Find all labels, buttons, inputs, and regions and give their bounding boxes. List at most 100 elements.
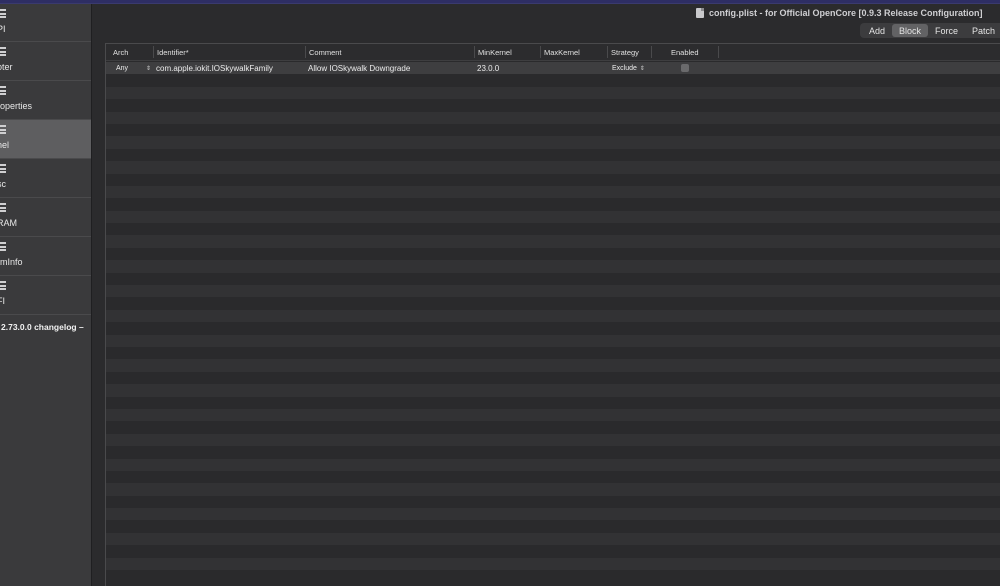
stepper-icon: ⇕: [639, 66, 645, 72]
sidebar-item-nvram[interactable]: RAM: [0, 198, 91, 237]
table-body: Any ⇕ com.apple.iokit.IOSkywalkFamily Al…: [106, 62, 1000, 582]
empty-row: [106, 520, 1000, 532]
arch-select[interactable]: Any: [116, 65, 128, 72]
list-icon: [0, 125, 6, 134]
table-header: Arch Identifier* Comment MinKernel MaxKe…: [106, 44, 1000, 61]
empty-row: [106, 309, 1000, 323]
column-header-enabled[interactable]: Enabled: [671, 48, 699, 57]
empty-row: [106, 570, 1000, 582]
identifier-cell[interactable]: com.apple.iokit.IOSkywalkFamily: [156, 64, 273, 73]
tab-force[interactable]: Force: [928, 24, 965, 37]
changelog-link[interactable]: 2.73.0.0 changelog –: [1, 322, 84, 332]
column-header-identifier[interactable]: Identifier*: [157, 48, 189, 57]
sidebar-item-booter[interactable]: oter: [0, 42, 91, 81]
strategy-value: Exclude: [612, 65, 637, 72]
empty-row: [106, 471, 1000, 483]
empty-row: [106, 483, 1000, 496]
column-divider: [474, 46, 475, 58]
list-icon: [0, 281, 6, 290]
column-divider: [651, 46, 652, 58]
document-icon: [696, 8, 704, 18]
sidebar-item-label: FI: [0, 296, 5, 306]
empty-row: [106, 557, 1000, 571]
sidebar-item-label: nel: [0, 140, 10, 150]
empty-row: [106, 198, 1000, 210]
empty-row: [106, 223, 1000, 235]
column-header-strategy[interactable]: Strategy: [611, 48, 639, 57]
sidebar-item-label: rmInfo: [0, 257, 23, 267]
column-divider: [153, 46, 154, 58]
comment-cell[interactable]: Allow IOSkywalk Downgrade: [308, 64, 410, 73]
empty-row: [106, 384, 1000, 397]
sidebar-item-label: RAM: [0, 218, 17, 228]
list-icon: [0, 86, 6, 95]
sidebar-item-kernel[interactable]: nel: [0, 120, 91, 159]
empty-row: [106, 185, 1000, 199]
column-header-maxkernel[interactable]: MaxKernel: [544, 48, 580, 57]
empty-row: [106, 149, 1000, 161]
empty-row: [106, 508, 1000, 521]
list-icon: [0, 164, 6, 173]
window-title: config.plist - for Official OpenCore [0.…: [696, 8, 983, 18]
empty-row: [106, 136, 1000, 149]
column-header-comment[interactable]: Comment: [309, 48, 342, 57]
empty-row: [106, 260, 1000, 273]
empty-row: [106, 285, 1000, 298]
empty-row: [106, 174, 1000, 186]
empty-row: [106, 210, 1000, 224]
tab-patch[interactable]: Patch: [965, 24, 1000, 37]
column-header-arch[interactable]: Arch: [113, 48, 128, 57]
section-tabs: Add Block Force Patch: [860, 23, 1000, 38]
column-divider: [305, 46, 306, 58]
minkernel-cell[interactable]: 23.0.0: [477, 64, 499, 73]
sidebar-item-label: sc: [0, 179, 6, 189]
column-header-minkernel[interactable]: MinKernel: [478, 48, 512, 57]
window-top-edge: [0, 0, 1000, 4]
column-divider: [718, 46, 719, 58]
sidebar: PI oter roperties nel sc RAM rmInfo FI 2…: [0, 4, 92, 586]
list-icon: [0, 242, 6, 251]
table-row[interactable]: Any ⇕ com.apple.iokit.IOSkywalkFamily Al…: [106, 62, 1000, 75]
empty-row: [106, 297, 1000, 309]
sidebar-item-deviceproperties[interactable]: roperties: [0, 81, 91, 120]
empty-row: [106, 359, 1000, 372]
empty-row: [106, 124, 1000, 136]
enabled-checkbox[interactable]: [681, 64, 689, 72]
empty-row: [106, 347, 1000, 359]
list-icon: [0, 203, 6, 212]
tab-add[interactable]: Add: [862, 24, 892, 37]
empty-row: [106, 372, 1000, 384]
empty-row: [106, 408, 1000, 422]
empty-row: [106, 99, 1000, 111]
empty-row: [106, 161, 1000, 174]
empty-row: [106, 545, 1000, 557]
empty-row: [106, 397, 1000, 409]
empty-row: [106, 273, 1000, 285]
empty-row: [106, 74, 1000, 86]
list-icon: [0, 47, 6, 56]
column-divider: [540, 46, 541, 58]
empty-row: [106, 248, 1000, 260]
empty-row: [106, 433, 1000, 447]
empty-row: [106, 496, 1000, 508]
sidebar-item-misc[interactable]: sc: [0, 159, 91, 198]
arch-value: Any: [116, 65, 129, 72]
tab-block[interactable]: Block: [892, 24, 929, 37]
arch-stepper-icon[interactable]: ⇕: [143, 65, 151, 72]
empty-row: [106, 458, 1000, 471]
empty-row: [106, 532, 1000, 546]
empty-row: [106, 86, 1000, 100]
sidebar-item-uefi[interactable]: FI: [0, 276, 91, 315]
empty-row: [106, 111, 1000, 124]
sidebar-item-platforminfo[interactable]: rmInfo: [0, 237, 91, 276]
empty-row: [106, 235, 1000, 248]
column-divider: [607, 46, 608, 58]
empty-row: [106, 421, 1000, 433]
sidebar-item-label: PI: [0, 24, 6, 34]
sidebar-item-label: oter: [0, 62, 13, 72]
strategy-select[interactable]: Exclude ⇕: [612, 65, 645, 72]
block-table: Arch Identifier* Comment MinKernel MaxKe…: [105, 43, 1000, 586]
sidebar-item-acpi[interactable]: PI: [0, 4, 91, 42]
list-icon: [0, 9, 6, 18]
empty-row: [106, 334, 1000, 347]
